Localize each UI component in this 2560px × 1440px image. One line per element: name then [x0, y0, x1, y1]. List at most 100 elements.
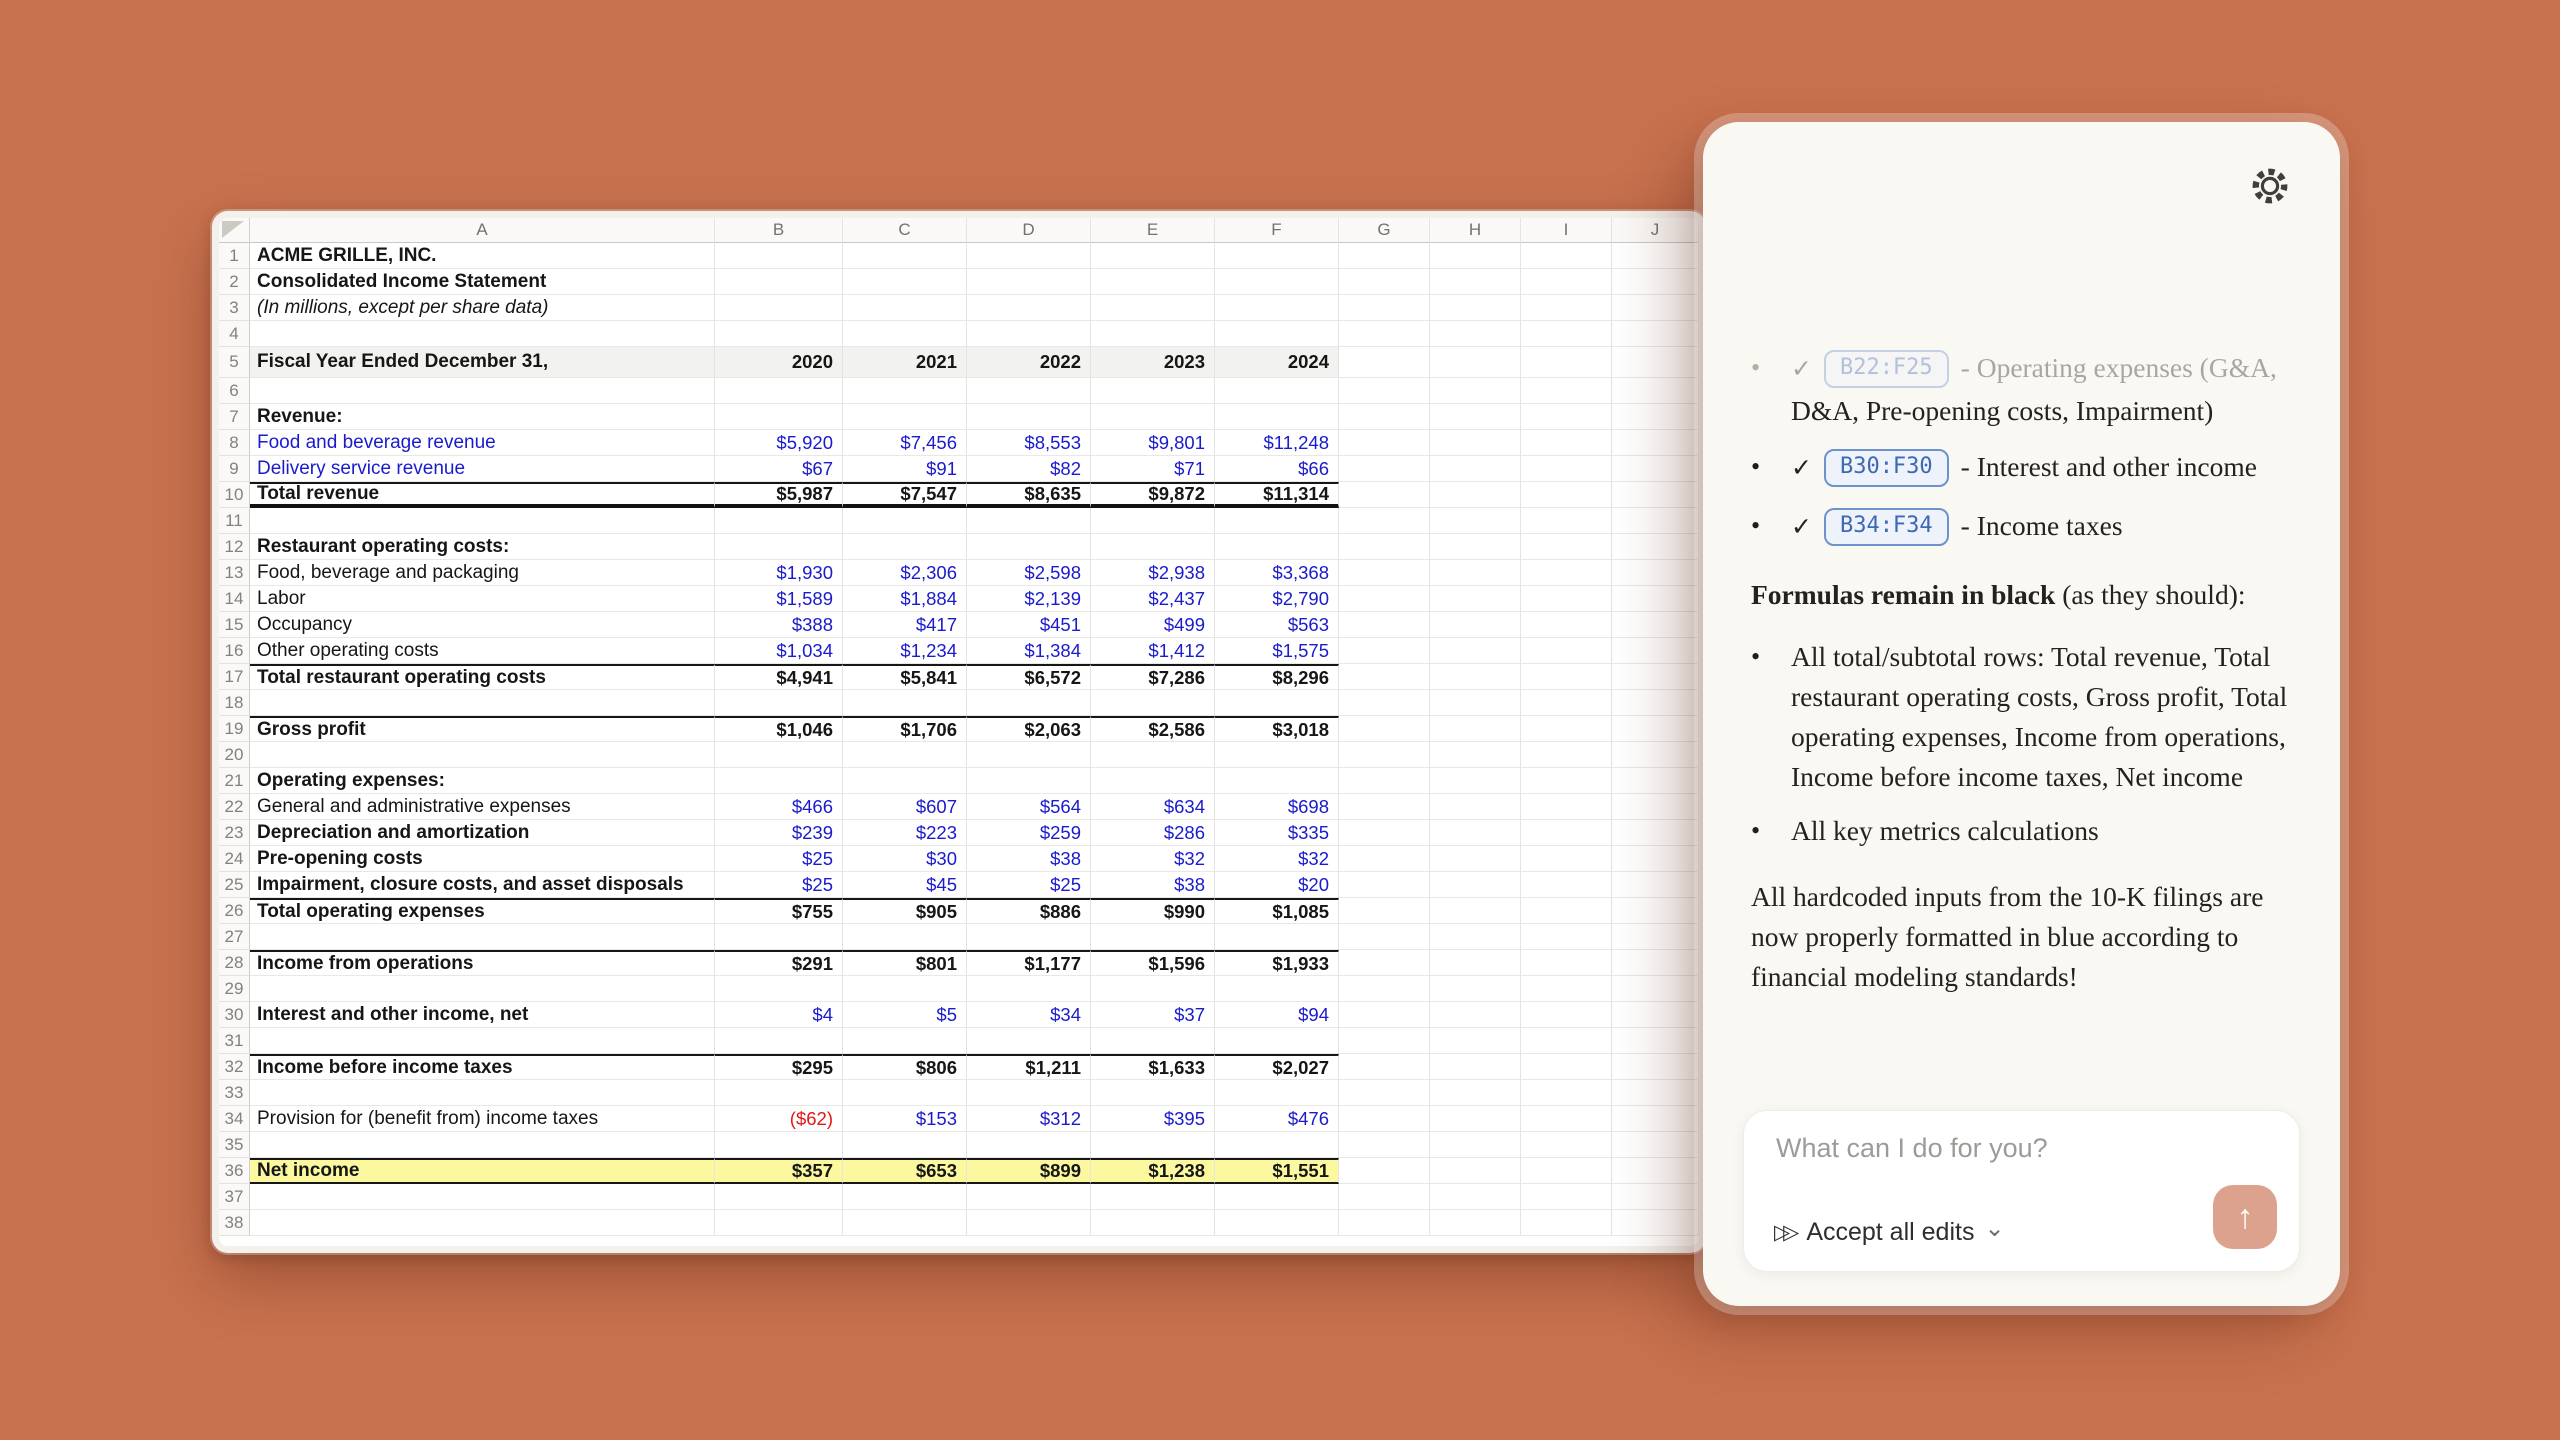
- cell-D34[interactable]: $312: [967, 1106, 1091, 1132]
- cell-B35[interactable]: [715, 1132, 843, 1158]
- cell-H35[interactable]: [1430, 1132, 1521, 1158]
- cell-C1[interactable]: [843, 243, 967, 269]
- cell-J36[interactable]: [1612, 1158, 1699, 1184]
- column-header-A[interactable]: A: [250, 218, 715, 243]
- cell-C20[interactable]: [843, 742, 967, 768]
- cell-I25[interactable]: [1521, 872, 1612, 898]
- cell-F5[interactable]: 2024: [1215, 347, 1339, 378]
- cell-J28[interactable]: [1612, 950, 1699, 976]
- cell-E21[interactable]: [1091, 768, 1215, 794]
- cell-F22[interactable]: $698: [1215, 794, 1339, 820]
- cell-H38[interactable]: [1430, 1210, 1521, 1236]
- cell-G4[interactable]: [1339, 321, 1430, 347]
- cell-C4[interactable]: [843, 321, 967, 347]
- cell-D12[interactable]: [967, 534, 1091, 560]
- cell-H30[interactable]: [1430, 1002, 1521, 1028]
- row-header-4[interactable]: 4: [219, 321, 250, 347]
- cell-I34[interactable]: [1521, 1106, 1612, 1132]
- column-header-B[interactable]: B: [715, 218, 843, 243]
- cell-C38[interactable]: [843, 1210, 967, 1236]
- cell-A14[interactable]: Labor: [250, 586, 715, 612]
- cell-E12[interactable]: [1091, 534, 1215, 560]
- column-header-G[interactable]: G: [1339, 218, 1430, 243]
- cell-D9[interactable]: $82: [967, 456, 1091, 482]
- cell-D7[interactable]: [967, 404, 1091, 430]
- cell-F17[interactable]: $8,296: [1215, 664, 1339, 690]
- cell-E9[interactable]: $71: [1091, 456, 1215, 482]
- row-header-25[interactable]: 25: [219, 872, 250, 898]
- cell-A6[interactable]: [250, 378, 715, 404]
- cell-C31[interactable]: [843, 1028, 967, 1054]
- cell-H37[interactable]: [1430, 1184, 1521, 1210]
- cell-E14[interactable]: $2,437: [1091, 586, 1215, 612]
- cell-C26[interactable]: $905: [843, 898, 967, 924]
- cell-A20[interactable]: [250, 742, 715, 768]
- cell-A3[interactable]: (In millions, except per share data): [250, 295, 715, 321]
- cell-J26[interactable]: [1612, 898, 1699, 924]
- cell-C15[interactable]: $417: [843, 612, 967, 638]
- cell-B19[interactable]: $1,046: [715, 716, 843, 742]
- cell-F29[interactable]: [1215, 976, 1339, 1002]
- cell-J38[interactable]: [1612, 1210, 1699, 1236]
- cell-E28[interactable]: $1,596: [1091, 950, 1215, 976]
- cell-E37[interactable]: [1091, 1184, 1215, 1210]
- row-header-21[interactable]: 21: [219, 768, 250, 794]
- cell-F30[interactable]: $94: [1215, 1002, 1339, 1028]
- cell-A22[interactable]: General and administrative expenses: [250, 794, 715, 820]
- cell-D27[interactable]: [967, 924, 1091, 950]
- cell-F32[interactable]: $2,027: [1215, 1054, 1339, 1080]
- cell-B5[interactable]: 2020: [715, 347, 843, 378]
- cell-E11[interactable]: [1091, 508, 1215, 534]
- cell-A17[interactable]: Total restaurant operating costs: [250, 664, 715, 690]
- cell-I27[interactable]: [1521, 924, 1612, 950]
- cell-range-chip[interactable]: B22:F25: [1824, 350, 1949, 388]
- cell-F34[interactable]: $476: [1215, 1106, 1339, 1132]
- cell-D11[interactable]: [967, 508, 1091, 534]
- cell-C12[interactable]: [843, 534, 967, 560]
- cell-E31[interactable]: [1091, 1028, 1215, 1054]
- cell-F16[interactable]: $1,575: [1215, 638, 1339, 664]
- cell-J17[interactable]: [1612, 664, 1699, 690]
- row-header-17[interactable]: 17: [219, 664, 250, 690]
- cell-J31[interactable]: [1612, 1028, 1699, 1054]
- cell-H3[interactable]: [1430, 295, 1521, 321]
- row-header-34[interactable]: 34: [219, 1106, 250, 1132]
- cell-I30[interactable]: [1521, 1002, 1612, 1028]
- cell-J21[interactable]: [1612, 768, 1699, 794]
- cell-J27[interactable]: [1612, 924, 1699, 950]
- row-header-22[interactable]: 22: [219, 794, 250, 820]
- cell-A29[interactable]: [250, 976, 715, 1002]
- cell-H20[interactable]: [1430, 742, 1521, 768]
- cell-B8[interactable]: $5,920: [715, 430, 843, 456]
- row-header-31[interactable]: 31: [219, 1028, 250, 1054]
- cell-E27[interactable]: [1091, 924, 1215, 950]
- cell-G23[interactable]: [1339, 820, 1430, 846]
- cell-C35[interactable]: [843, 1132, 967, 1158]
- cell-G25[interactable]: [1339, 872, 1430, 898]
- cell-G29[interactable]: [1339, 976, 1430, 1002]
- cell-I36[interactable]: [1521, 1158, 1612, 1184]
- cell-F8[interactable]: $11,248: [1215, 430, 1339, 456]
- row-header-19[interactable]: 19: [219, 716, 250, 742]
- cell-E22[interactable]: $634: [1091, 794, 1215, 820]
- row-header-23[interactable]: 23: [219, 820, 250, 846]
- cell-G2[interactable]: [1339, 269, 1430, 295]
- cell-C22[interactable]: $607: [843, 794, 967, 820]
- row-header-16[interactable]: 16: [219, 638, 250, 664]
- cell-A37[interactable]: [250, 1184, 715, 1210]
- cell-B28[interactable]: $291: [715, 950, 843, 976]
- cell-I21[interactable]: [1521, 768, 1612, 794]
- cell-C2[interactable]: [843, 269, 967, 295]
- cell-J35[interactable]: [1612, 1132, 1699, 1158]
- cell-A23[interactable]: Depreciation and amortization: [250, 820, 715, 846]
- row-header-5[interactable]: 5: [219, 347, 250, 378]
- cell-F37[interactable]: [1215, 1184, 1339, 1210]
- row-header-1[interactable]: 1: [219, 243, 250, 269]
- cell-B9[interactable]: $67: [715, 456, 843, 482]
- cell-B2[interactable]: [715, 269, 843, 295]
- cell-D31[interactable]: [967, 1028, 1091, 1054]
- column-header-F[interactable]: F: [1215, 218, 1339, 243]
- cell-C6[interactable]: [843, 378, 967, 404]
- cell-A34[interactable]: Provision for (benefit from) income taxe…: [250, 1106, 715, 1132]
- row-header-10[interactable]: 10: [219, 482, 250, 508]
